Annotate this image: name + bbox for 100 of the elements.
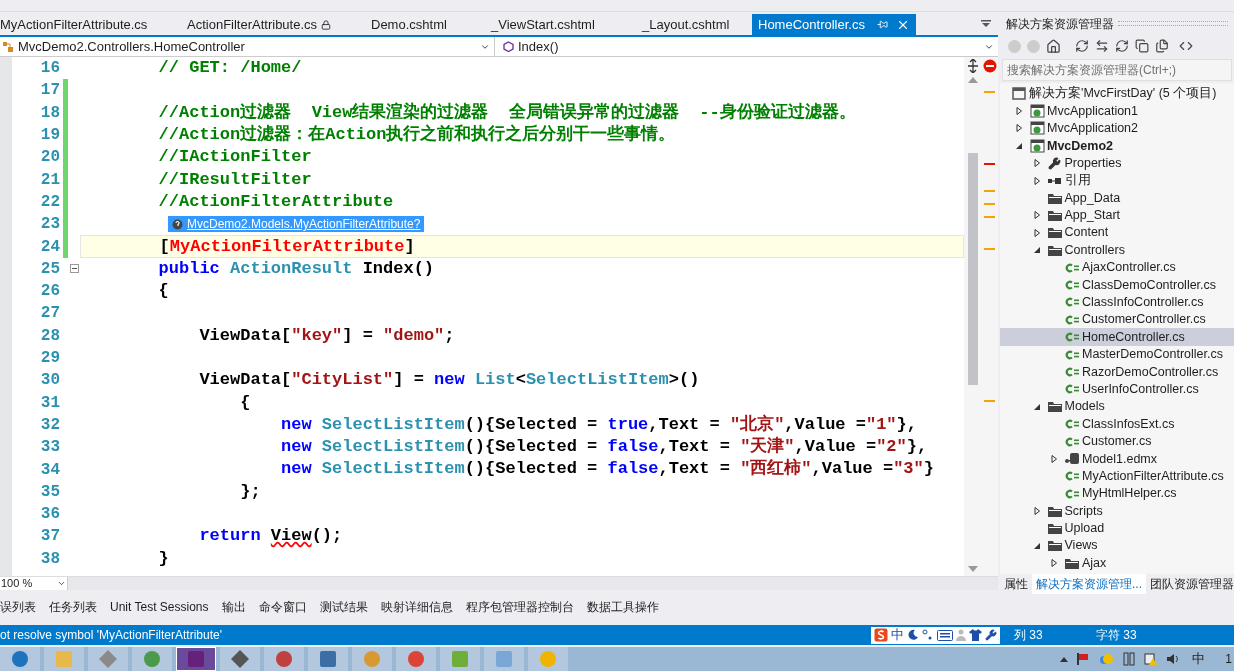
- panel-tab[interactable]: 团队资源管理器: [1146, 574, 1234, 594]
- document-tab[interactable]: MyActionFilterAttribute.cs: [0, 14, 187, 35]
- expanded-arrow-icon[interactable]: [1015, 141, 1023, 150]
- collapse-all-icon[interactable]: [1135, 39, 1149, 53]
- sync-icon[interactable]: [1095, 39, 1109, 53]
- marker-icon: [984, 203, 995, 205]
- scroll-down-icon[interactable]: [967, 566, 978, 572]
- tree-item[interactable]: Views: [1000, 537, 1234, 555]
- line-number: 22: [39, 191, 61, 213]
- tool-window-tab[interactable]: 误列表: [0, 596, 36, 618]
- collapsed-arrow-icon[interactable]: [1032, 211, 1041, 220]
- tree-item[interactable]: Properties: [1000, 154, 1234, 172]
- wrench-icon: [985, 629, 997, 641]
- ime-toolbar[interactable]: 中: [871, 626, 1000, 644]
- flag-icon[interactable]: [1076, 652, 1091, 666]
- tree-item[interactable]: Customer.cs: [1000, 432, 1234, 451]
- split-icon[interactable]: [966, 59, 979, 73]
- scroll-up-icon[interactable]: [967, 77, 978, 83]
- tree-item[interactable]: CustomerController.cs: [1000, 311, 1234, 329]
- document-tab[interactable]: Demo.cshtml: [371, 14, 491, 35]
- tree-item[interactable]: MvcDemo2: [1000, 137, 1234, 155]
- document-tab[interactable]: ActionFilterAttribute.cs: [187, 14, 371, 35]
- tree-item[interactable]: 解决方案'MvcFirstDay' (5 个项目): [1000, 85, 1234, 103]
- collapsed-arrow-icon[interactable]: [1050, 454, 1058, 463]
- expanded-arrow-icon[interactable]: [1032, 541, 1041, 550]
- csharp-file-icon: [1064, 419, 1080, 430]
- line-number: 21: [39, 169, 61, 191]
- collapsed-arrow-icon[interactable]: [1015, 107, 1023, 116]
- tool-window-tab[interactable]: 映射详细信息: [380, 596, 453, 618]
- tool-window-tab[interactable]: 任务列表: [49, 596, 97, 618]
- taskbar-button[interactable]: [176, 647, 216, 671]
- tree-item[interactable]: App_Start: [1000, 206, 1234, 225]
- clock[interactable]: 1: [1217, 650, 1232, 668]
- tool-window-tab[interactable]: 数据工具操作: [586, 596, 659, 618]
- tool-window-tab[interactable]: 测试结果: [319, 596, 368, 618]
- tree-item[interactable]: Model1.edmx: [1000, 450, 1234, 468]
- expanded-arrow-icon[interactable]: [1032, 246, 1041, 255]
- tree-item[interactable]: Models: [1000, 398, 1234, 416]
- line-number: 37: [39, 526, 61, 548]
- tool-window-tab[interactable]: Unit Test Sessions: [110, 596, 209, 618]
- tree-item[interactable]: MyActionFilterAttribute.cs: [1000, 467, 1234, 485]
- document-tab[interactable]: _Layout.cshtml: [632, 14, 742, 35]
- refresh-icon[interactable]: [1115, 39, 1129, 53]
- panel-tab[interactable]: 解决方案资源管理...: [1032, 574, 1146, 594]
- code-line: public ActionResult Index(): [157, 258, 435, 279]
- panel-tab[interactable]: 属性: [1000, 574, 1032, 594]
- tray-expand-icon[interactable]: [1060, 656, 1069, 662]
- horizontal-scrollbar[interactable]: [68, 577, 998, 590]
- tree-item[interactable]: MasterDemoController.cs: [1000, 345, 1234, 364]
- collapsed-arrow-icon[interactable]: [1032, 507, 1041, 516]
- tree-item[interactable]: ClassInfoController.cs: [1000, 293, 1234, 312]
- csharp-file-icon: [1064, 314, 1080, 325]
- tab-overflow-icon[interactable]: [980, 19, 992, 29]
- tree-item[interactable]: App_Data: [1000, 189, 1234, 207]
- marker-icon: [984, 190, 995, 192]
- csharp-file-icon: [1064, 262, 1080, 273]
- tree-item[interactable]: Upload: [1000, 519, 1234, 538]
- tree-item[interactable]: MvcApplication1: [1000, 102, 1234, 120]
- tree-item[interactable]: MvcApplication2: [1000, 119, 1234, 138]
- home-icon[interactable]: [1046, 38, 1061, 54]
- tree-item[interactable]: ClassInfosExt.cs: [1000, 415, 1234, 433]
- zoom-dropdown[interactable]: 100 %: [0, 577, 68, 590]
- collapsed-arrow-icon[interactable]: [1032, 159, 1041, 168]
- collapse-icon[interactable]: [69, 264, 79, 274]
- document-tab[interactable]: HomeController.cs: [752, 14, 916, 35]
- member-dropdown[interactable]: Index(): [495, 37, 998, 56]
- tree-item[interactable]: HomeController.cs: [1000, 328, 1234, 346]
- scrollbar-thumb[interactable]: [967, 153, 978, 385]
- ime-indicator[interactable]: 中: [1188, 649, 1210, 669]
- marker-icon: [984, 216, 995, 218]
- show-files-icon[interactable]: [1155, 39, 1169, 53]
- tool-window-tab[interactable]: 输出: [221, 596, 246, 618]
- speaker-icon[interactable]: [1166, 652, 1181, 666]
- tree-item[interactable]: AjaxController.cs: [1000, 258, 1234, 277]
- tree-item[interactable]: RazorDemoController.cs: [1000, 363, 1234, 381]
- collapsed-arrow-icon[interactable]: [1032, 228, 1041, 237]
- tool-window-tab[interactable]: 命令窗口: [258, 596, 307, 618]
- taskbar-button[interactable]: [220, 647, 260, 671]
- tree-item[interactable]: Ajax: [1000, 554, 1234, 572]
- collapsed-arrow-icon[interactable]: [1032, 176, 1041, 185]
- type-dropdown[interactable]: MvcDemo2.Controllers.HomeController: [0, 37, 495, 56]
- code-line: return View();: [198, 526, 343, 547]
- expanded-arrow-icon[interactable]: [1032, 402, 1041, 411]
- document-tab[interactable]: _ViewStart.cshtml: [491, 14, 632, 35]
- tree-item[interactable]: ClassDemoController.cs: [1000, 276, 1234, 294]
- tree-item[interactable]: 引用: [1000, 171, 1234, 190]
- tree-item[interactable]: Content: [1000, 224, 1234, 242]
- solution-icon: [1011, 86, 1027, 101]
- tool-window-tab[interactable]: 程序包管理器控制台: [465, 596, 574, 618]
- pin-icon[interactable]: [876, 19, 888, 30]
- csharp-file-icon: [1064, 366, 1080, 377]
- tree-item[interactable]: Controllers: [1000, 241, 1234, 259]
- tree-item[interactable]: UserInfoController.cs: [1000, 380, 1234, 399]
- csharp-file-icon: [1064, 384, 1080, 395]
- tree-item[interactable]: MyHtmlHelper.cs: [1000, 485, 1234, 503]
- search-field[interactable]: 搜索解决方案资源管理器(Ctrl+;): [1002, 59, 1232, 81]
- collapsed-arrow-icon[interactable]: [1015, 124, 1023, 133]
- tree-item[interactable]: Scripts: [1000, 502, 1234, 520]
- collapsed-arrow-icon[interactable]: [1050, 559, 1058, 568]
- code-view-icon[interactable]: [1179, 39, 1193, 53]
